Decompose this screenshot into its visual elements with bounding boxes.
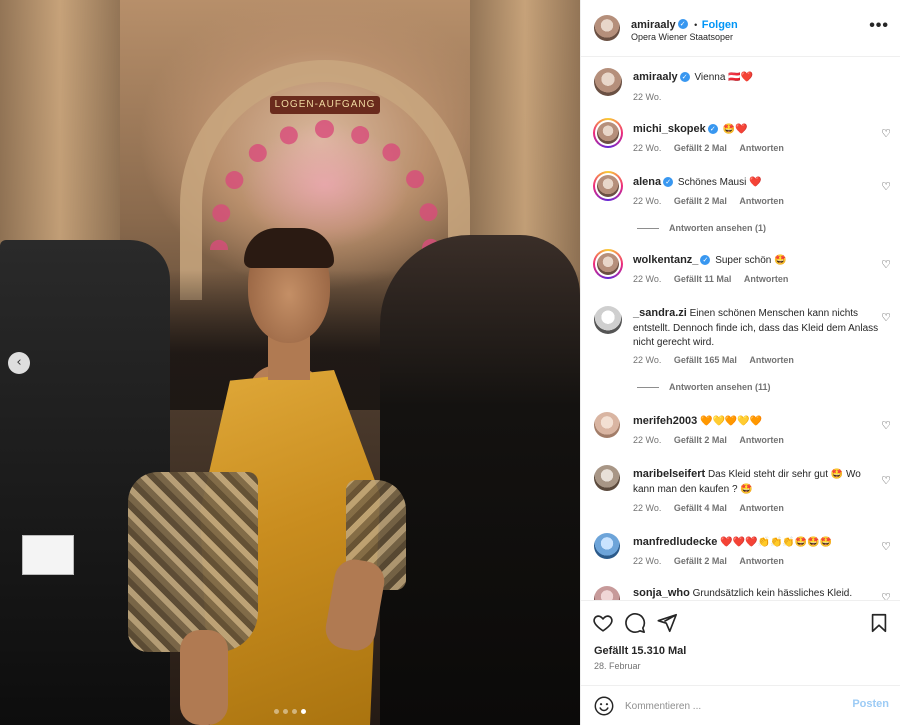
heart-icon[interactable]: ♡ (880, 592, 892, 601)
more-horizontal-icon[interactable]: ••• (869, 17, 889, 35)
comment-likes[interactable]: Gefällt 2 Mal (674, 196, 727, 206)
heart-icon[interactable]: ♡ (880, 420, 892, 432)
comment-icon[interactable] (624, 612, 646, 634)
comment-username[interactable]: _sandra.zi (633, 307, 687, 319)
photo-badge (22, 535, 74, 575)
verified-badge-icon: ✓ (700, 255, 711, 266)
comment-username[interactable]: merifeh2003 (633, 415, 697, 427)
carousel-dots (274, 709, 306, 714)
comment-text: Schönes Mausi ❤️ (677, 177, 762, 188)
comment-time[interactable]: 22 Wo. (633, 196, 661, 206)
comment-text: 🤩❤️ (722, 124, 748, 135)
reply-button[interactable]: Antworten (744, 274, 789, 284)
caption-username[interactable]: amiraaly (633, 71, 678, 83)
story-ring[interactable] (593, 171, 623, 201)
comment-time[interactable]: 22 Wo. (633, 503, 661, 513)
avatar (597, 253, 619, 275)
avatar (597, 122, 619, 144)
caption-time[interactable]: 22 Wo. (633, 92, 661, 102)
follow-button[interactable]: Folgen (702, 19, 738, 31)
post-date: 28. Februar (594, 661, 641, 671)
comment-likes[interactable]: Gefällt 2 Mal (674, 435, 727, 445)
caption-text: Vienna 🇦🇹❤️ (694, 72, 754, 83)
story-ring[interactable] (593, 249, 623, 279)
heart-icon[interactable]: ♡ (880, 475, 892, 487)
verified-badge-icon: ✓ (677, 18, 688, 29)
verified-badge-icon: ✓ (663, 177, 674, 188)
comment-username[interactable]: michi_skopek (633, 123, 706, 135)
photo-arm-left (180, 630, 228, 725)
avatar[interactable] (594, 412, 620, 438)
comment-text: Super schön 🤩 (715, 255, 787, 266)
comment-time[interactable]: 22 Wo. (633, 556, 661, 566)
photo-sign: LOGEN-AUFGANG (270, 96, 380, 114)
reply-button[interactable]: Antworten (739, 143, 784, 153)
comment-likes[interactable]: Gefällt 2 Mal (674, 556, 727, 566)
likes-count[interactable]: Gefällt 15.310 Mal (594, 645, 686, 657)
comment-time[interactable]: 22 Wo. (633, 355, 661, 365)
comment-username[interactable]: maribelseifert (633, 468, 705, 480)
comment-likes[interactable]: Gefällt 11 Mal (674, 274, 732, 284)
view-replies-button[interactable]: Antworten ansehen (11) (637, 382, 771, 392)
emoji-icon[interactable] (593, 695, 615, 717)
avatar[interactable] (594, 533, 620, 559)
view-replies-button[interactable]: Antworten ansehen (1) (637, 223, 766, 233)
reply-button[interactable]: Antworten (749, 355, 794, 365)
comment-username[interactable]: alena (633, 176, 661, 188)
carousel-dot[interactable] (274, 709, 279, 714)
avatar[interactable] (594, 15, 620, 41)
comment-text: Grundsätzlich kein hässliches Kleid. (692, 588, 853, 599)
post-button[interactable]: Posten (852, 698, 889, 710)
heart-icon[interactable]: ♡ (880, 259, 892, 271)
header-username[interactable]: amiraaly (631, 19, 676, 31)
comment-input[interactable] (625, 696, 845, 716)
comment-time[interactable]: 22 Wo. (633, 435, 661, 445)
comment-compose: Posten (581, 685, 900, 725)
verified-badge-icon: ✓ (707, 124, 718, 135)
story-ring[interactable] (593, 118, 623, 148)
comment-time[interactable]: 22 Wo. (633, 143, 661, 153)
heart-icon[interactable]: ♡ (880, 541, 892, 553)
reply-button[interactable]: Antworten (739, 435, 784, 445)
avatar[interactable] (594, 306, 622, 334)
avatar (597, 175, 619, 197)
reply-button[interactable]: Antworten (739, 196, 784, 206)
heart-icon[interactable] (592, 612, 614, 634)
post-actions: Gefällt 15.310 Mal 28. Februar (581, 600, 900, 685)
carousel-dot-active[interactable] (301, 709, 306, 714)
comment-likes[interactable]: Gefällt 165 Mal (674, 355, 737, 365)
comment-time[interactable]: 22 Wo. (633, 274, 661, 284)
verified-badge-icon: ✓ (679, 72, 690, 83)
post-side-panel: amiraaly ✓ • Folgen Opera Wiener Staatsop… (580, 0, 900, 725)
heart-icon[interactable]: ♡ (880, 312, 892, 324)
header-separator: • (694, 20, 698, 30)
carousel-dot[interactable] (283, 709, 288, 714)
reply-button[interactable]: Antworten (739, 556, 784, 566)
comment-username[interactable]: sonja_who (633, 587, 690, 599)
heart-icon[interactable]: ♡ (880, 181, 892, 193)
send-icon[interactable] (656, 612, 678, 634)
comment-text: ❤️❤️❤️👏👏👏🤩🤩🤩 (720, 537, 833, 548)
post-header: amiraaly ✓ • Folgen Opera Wiener Staatsop… (581, 0, 900, 57)
comment-username[interactable]: wolkentanz_ (633, 254, 698, 266)
comment-likes[interactable]: Gefällt 2 Mal (674, 143, 727, 153)
comment-username[interactable]: manfredludecke (633, 536, 717, 548)
photo-man-back (380, 235, 580, 725)
avatar[interactable] (594, 465, 620, 491)
photo-hair (244, 228, 334, 268)
chevron-left-icon[interactable]: ‹ (8, 352, 30, 374)
photo-shawl-left (128, 472, 258, 652)
bookmark-icon[interactable] (868, 612, 890, 634)
comment-text: 🧡💛🧡💛🧡 (700, 416, 763, 427)
post-photo[interactable]: LOGEN-AUFGANG ‹ (0, 0, 580, 725)
comments-list[interactable]: amiraaly ✓ Vienna 🇦🇹❤️ 22 Wo. michi_skope… (581, 58, 900, 600)
heart-icon[interactable]: ♡ (880, 128, 892, 140)
avatar[interactable] (594, 68, 622, 96)
reply-button[interactable]: Antworten (739, 503, 784, 513)
carousel-dot[interactable] (292, 709, 297, 714)
comment-likes[interactable]: Gefällt 4 Mal (674, 503, 727, 513)
header-location[interactable]: Opera Wiener Staatsoper (631, 32, 733, 42)
avatar[interactable] (594, 586, 620, 600)
